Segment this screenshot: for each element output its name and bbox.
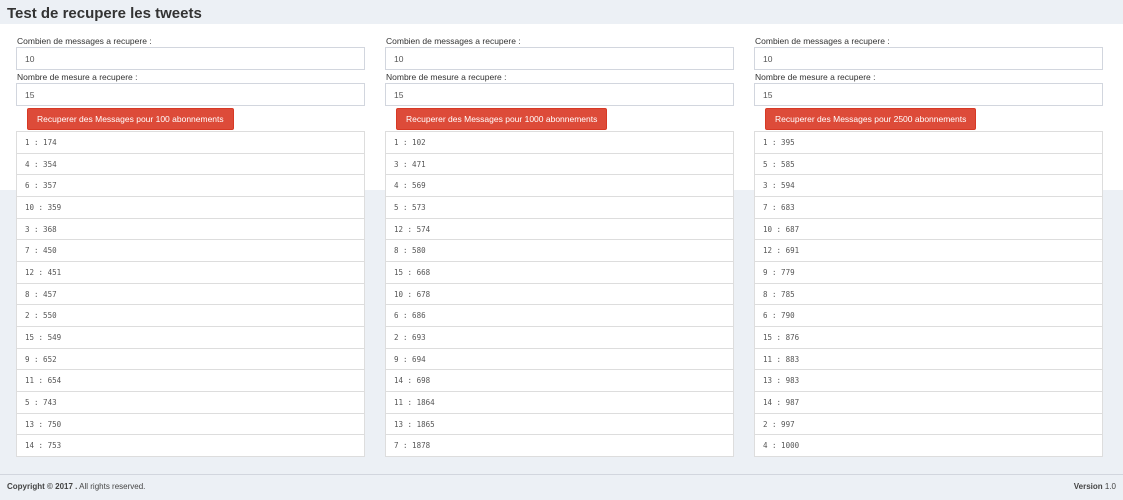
result-item: 4 : 354 (16, 152, 365, 176)
result-item: 14 : 753 (16, 434, 365, 457)
result-item: 7 : 683 (754, 195, 1103, 219)
result-item: 2 : 550 (16, 304, 365, 327)
results-list: 1 : 102 3 : 471 4 : 569 5 : 573 12 : 574 8 : … (385, 131, 734, 457)
result-item: 11 : 883 (754, 347, 1103, 371)
result-item: 3 : 471 (385, 152, 734, 176)
result-item: 10 : 687 (754, 217, 1103, 241)
results-list: 1 : 395 5 : 585 3 : 594 7 : 683 10 : 687 12 :… (754, 131, 1103, 457)
fetch-messages-button[interactable]: Recuperer des Messages pour 1000 abonnem… (396, 108, 608, 130)
measures-count-input[interactable] (16, 83, 365, 106)
messages-count-label: Combien de messages a recupere : (17, 36, 152, 46)
result-item: 15 : 668 (385, 260, 734, 284)
result-item: 12 : 574 (385, 217, 734, 241)
result-item: 3 : 368 (16, 217, 365, 241)
result-item: 2 : 693 (385, 325, 734, 349)
result-item: 14 : 987 (754, 390, 1103, 414)
messages-count-input[interactable] (754, 47, 1103, 70)
result-item: 7 : 1878 (385, 434, 734, 457)
version-label: Version (1073, 482, 1103, 491)
result-item: 3 : 594 (754, 174, 1103, 197)
result-item: 13 : 983 (754, 369, 1103, 392)
result-item: 7 : 450 (16, 239, 365, 262)
result-item: 1 : 102 (385, 131, 734, 154)
result-item: 5 : 573 (385, 195, 734, 219)
page-title: Test de recupere les tweets (7, 5, 202, 22)
fetch-messages-button[interactable]: Recuperer des Messages pour 2500 abonnem… (765, 108, 977, 130)
measures-count-input[interactable] (385, 83, 734, 106)
measures-count-label: Nombre de mesure a recupere : (17, 72, 138, 82)
result-item: 4 : 1000 (754, 434, 1103, 457)
fetch-messages-button[interactable]: Recuperer des Messages pour 100 abonneme… (27, 108, 234, 130)
messages-count-label: Combien de messages a recupere : (755, 36, 890, 46)
version-value: 1.0 (1104, 482, 1116, 491)
result-item: 6 : 790 (754, 304, 1103, 327)
result-item: 5 : 743 (16, 390, 365, 414)
result-item: 9 : 694 (385, 347, 734, 371)
result-item: 8 : 580 (385, 239, 734, 262)
result-item: 1 : 174 (16, 131, 365, 154)
messages-count-input[interactable] (16, 47, 365, 70)
result-item: 8 : 785 (754, 282, 1103, 306)
fetch-column-1000: Combien de messages a recupere : Nombre … (385, 36, 734, 457)
result-item: 10 : 359 (16, 195, 365, 219)
result-item: 13 : 1865 (385, 412, 734, 436)
fetch-column-100: Combien de messages a recupere : Nombre … (16, 36, 365, 457)
result-item: 8 : 457 (16, 282, 365, 306)
result-item: 12 : 451 (16, 260, 365, 284)
result-item: 2 : 997 (754, 412, 1103, 436)
result-item: 11 : 654 (16, 369, 365, 392)
result-item: 4 : 569 (385, 174, 734, 197)
result-item: 11 : 1864 (385, 390, 734, 414)
result-item: 14 : 698 (385, 369, 734, 392)
messages-count-label: Combien de messages a recupere : (386, 36, 521, 46)
page-footer: Copyright © 2017 . All rights reserved. … (0, 474, 1123, 500)
result-item: 10 : 678 (385, 282, 734, 306)
messages-count-input[interactable] (385, 47, 734, 70)
result-item: 15 : 876 (754, 325, 1103, 349)
result-item: 6 : 357 (16, 174, 365, 197)
measures-count-label: Nombre de mesure a recupere : (755, 72, 876, 82)
results-list: 1 : 174 4 : 354 6 : 357 10 : 359 3 : 368 7 : … (16, 131, 365, 457)
result-item: 1 : 395 (754, 131, 1103, 154)
result-item: 15 : 549 (16, 325, 365, 349)
rights-text: All rights reserved. (79, 482, 146, 491)
result-item: 9 : 779 (754, 260, 1103, 284)
fetch-column-2500: Combien de messages a recupere : Nombre … (754, 36, 1103, 457)
result-item: 12 : 691 (754, 239, 1103, 262)
footer-copyright: Copyright © 2017 . All rights reserved. (7, 482, 145, 491)
result-item: 13 : 750 (16, 412, 365, 436)
measures-count-label: Nombre de mesure a recupere : (386, 72, 507, 82)
result-item: 9 : 652 (16, 347, 365, 371)
result-item: 5 : 585 (754, 152, 1103, 176)
result-item: 6 : 686 (385, 304, 734, 327)
footer-version: Version 1.0 (1074, 482, 1116, 491)
copyright-text: Copyright © 2017 . (7, 482, 78, 491)
measures-count-input[interactable] (754, 83, 1103, 106)
